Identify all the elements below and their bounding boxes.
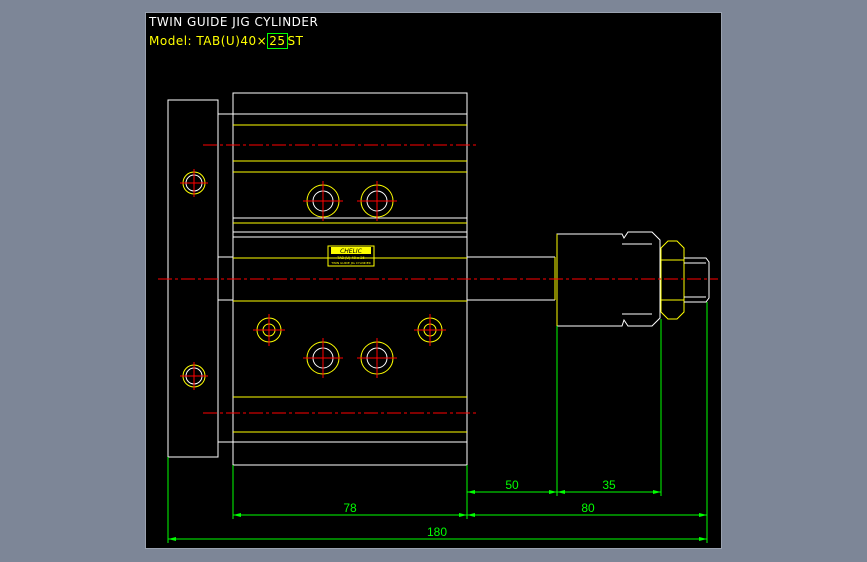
dim-180-label: 180 [427, 525, 447, 539]
hole-plate-top [180, 169, 208, 197]
hole-body-bottom-right [357, 338, 397, 378]
nameplate-brand: CHELIC [340, 248, 363, 255]
dimension-labels: 50 35 78 80 180 [343, 478, 616, 539]
hole-body-top-right [357, 181, 397, 221]
hole-body-top-left [303, 181, 343, 221]
cylinder-drawing: CHELIC TAB (U) 40 x 25 TWIN GUIDE JIG CY… [158, 92, 718, 543]
dimensions [167, 302, 708, 543]
dim-78-label: 78 [343, 501, 357, 515]
hex-nut [660, 240, 710, 320]
hole-plate-bottom [180, 362, 208, 390]
dim-50-label: 50 [505, 478, 519, 492]
nameplate-desc: TWIN GUIDE JIG CYLINDER [330, 261, 370, 265]
port-left [253, 314, 285, 346]
nameplate: CHELIC TAB (U) 40 x 25 TWIN GUIDE JIG CY… [327, 245, 375, 267]
dim-35-label: 35 [602, 478, 616, 492]
centerlines [158, 144, 718, 414]
port-right [414, 314, 446, 346]
dim-80-label: 80 [581, 501, 595, 515]
nameplate-model: TAB (U) 40 x 25 [336, 256, 364, 260]
hole-body-bottom-left [303, 338, 343, 378]
